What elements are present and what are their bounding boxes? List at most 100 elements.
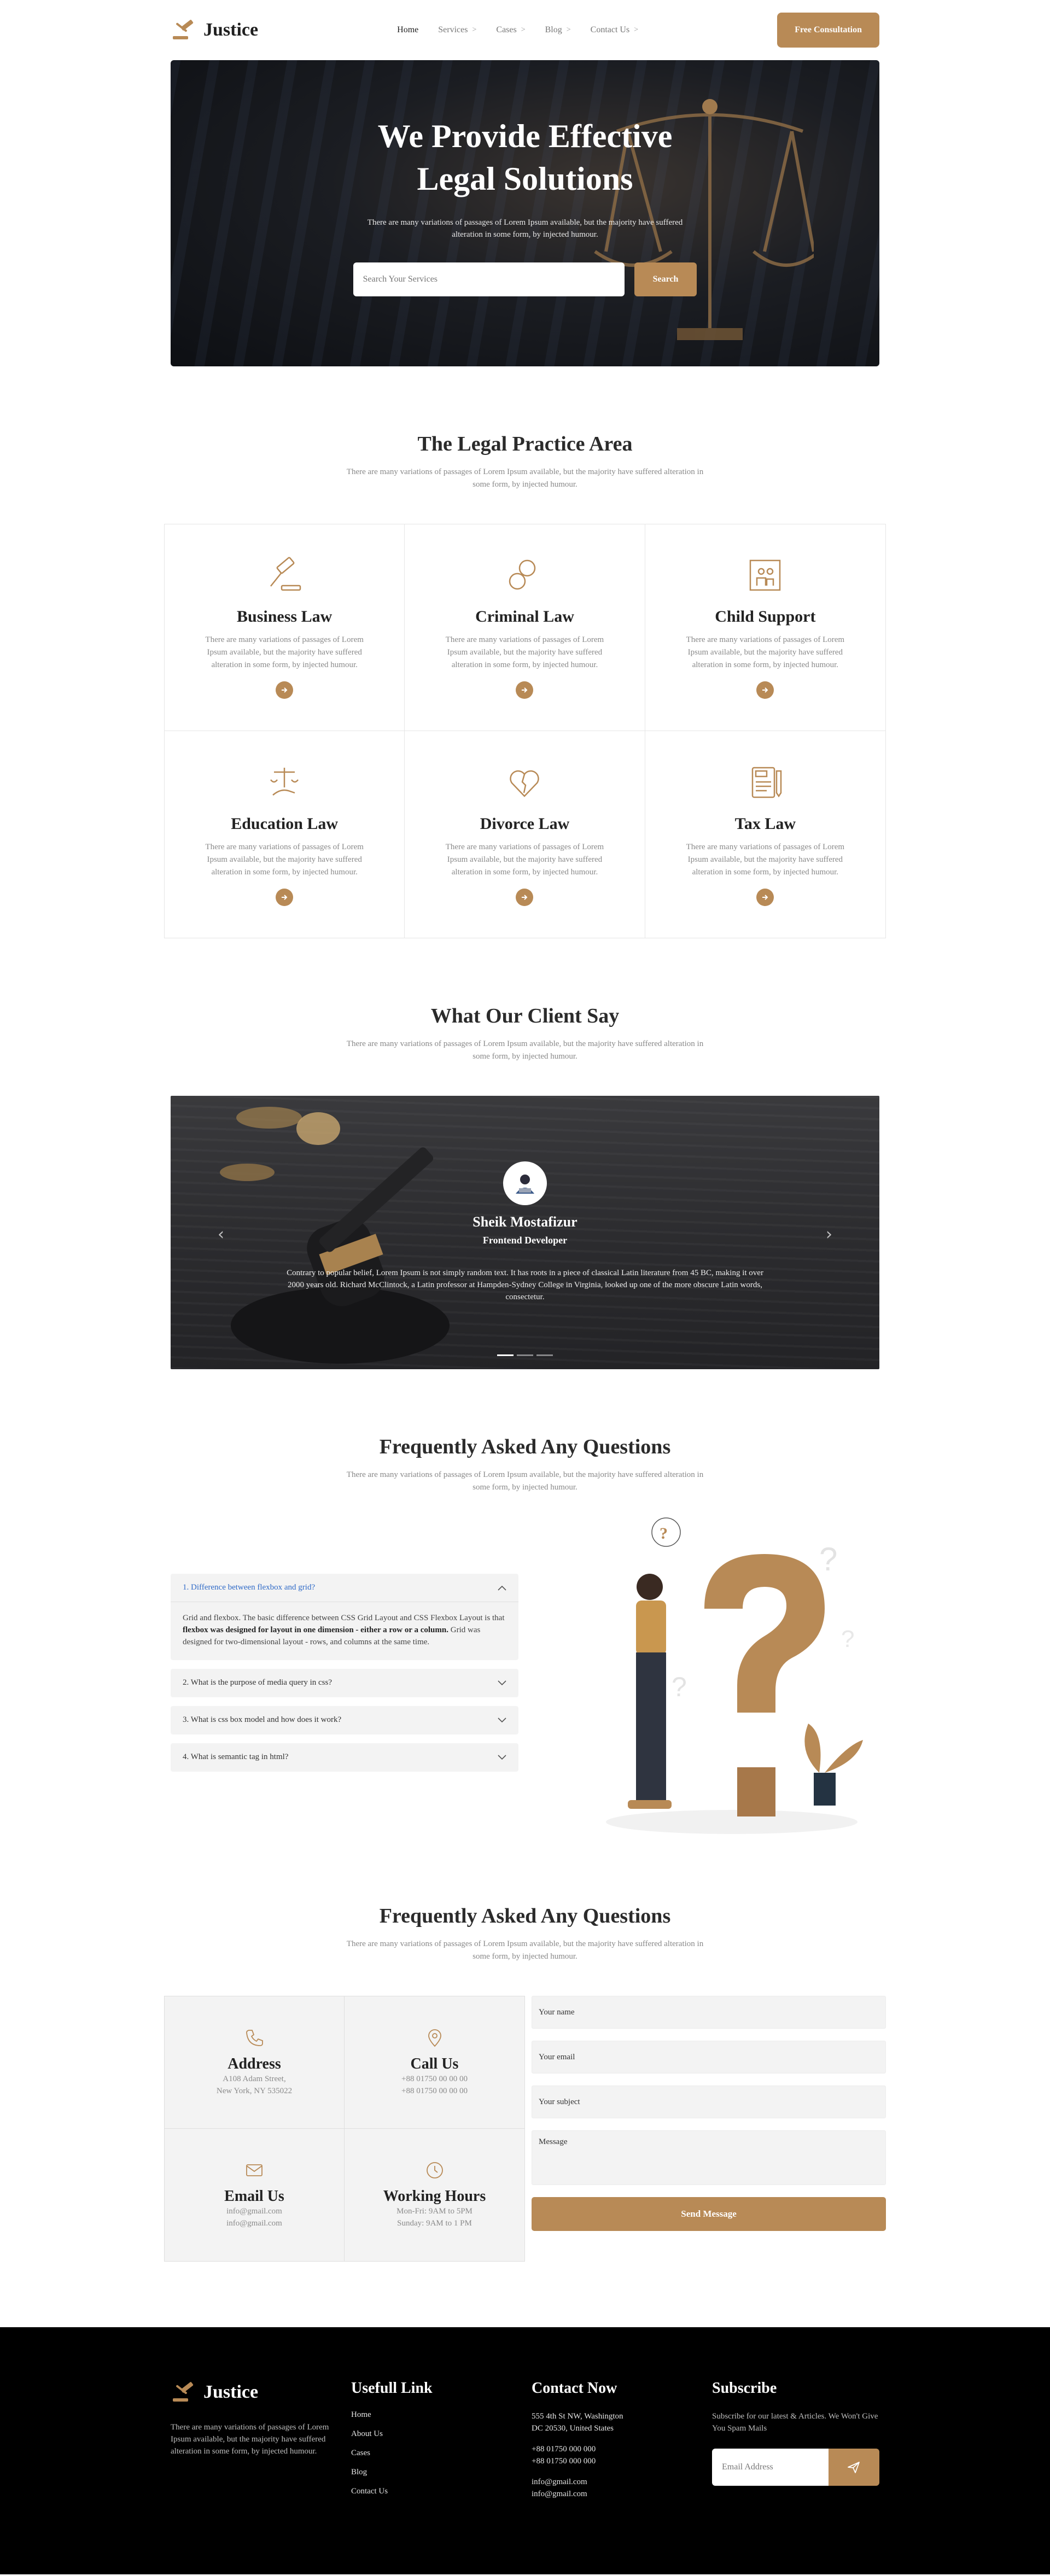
chevron-right-icon: > <box>634 26 639 34</box>
slider-dot[interactable] <box>536 1354 553 1356</box>
message-field[interactable]: Message <box>532 2130 886 2185</box>
practice-subtitle: There are many variations of passages of… <box>346 468 704 489</box>
logo[interactable]: Justice <box>171 17 258 43</box>
practice-card-tax-law[interactable]: Tax Law There are many variations of pas… <box>645 731 885 938</box>
arrow-right-icon[interactable] <box>276 888 294 906</box>
practice-card-title: Criminal Law <box>475 608 574 626</box>
faq-section: Frequently Asked Any Questions There are… <box>0 1435 1050 1838</box>
arrow-right-icon[interactable] <box>756 681 774 699</box>
faq-accordion: 1. Difference between flexbox and grid? … <box>171 1574 518 1780</box>
tax-document-icon <box>746 763 784 804</box>
practice-card-criminal-law[interactable]: Criminal Law There are many variations o… <box>405 524 645 731</box>
footer-contact-title: Contact Now <box>532 2380 617 2397</box>
chevron-right-icon: > <box>566 26 571 34</box>
hero-description: There are many variations of passages of… <box>367 218 683 239</box>
hero-title-line2: Legal Solutions <box>417 161 633 197</box>
subscribe-email-input[interactable]: Email Address <box>712 2449 829 2486</box>
contact-card-email: Email Us info@gmail.com info@gmail.com <box>165 2129 345 2261</box>
contact-section: Frequently Asked Any Questions There are… <box>0 1904 1050 2262</box>
contact-card-line: Mon-Fri: 9AM to 5PM <box>396 2207 472 2216</box>
footer-email1[interactable]: info@gmail.com <box>532 2476 712 2488</box>
nav-home-label: Home <box>397 25 419 34</box>
testimonial-title: What Our Client Say <box>430 1004 620 1027</box>
arrow-right-icon[interactable] <box>276 681 294 699</box>
footer-about: Justice There are many variations of pas… <box>171 2380 351 2506</box>
practice-card-title: Education Law <box>231 814 339 833</box>
footer-email2[interactable]: info@gmail.com <box>532 2488 712 2500</box>
gavel-icon <box>265 556 304 597</box>
slider-dot[interactable] <box>517 1354 533 1356</box>
faq-question[interactable]: 1. Difference between flexbox and grid? <box>171 1574 518 1602</box>
email-field[interactable]: Your email <box>532 2041 886 2073</box>
chevron-down-icon <box>498 1717 506 1722</box>
client-name: Sheik Mostafizur <box>472 1214 578 1230</box>
footer-about-text: There are many variations of passages of… <box>171 2423 329 2456</box>
arrow-right-icon[interactable] <box>516 681 534 699</box>
chevron-right-icon: > <box>521 26 526 34</box>
client-quote: Contrary to popular belief, Lorem Ipsum … <box>287 1269 763 1301</box>
search-button[interactable]: Search <box>634 262 697 296</box>
footer-link-contact[interactable]: Contact Us <box>351 2487 532 2496</box>
contact-title: Frequently Asked Any Questions <box>379 1905 671 1927</box>
testimonial-subtitle: There are many variations of passages of… <box>346 1039 704 1061</box>
contact-subtitle: There are many variations of passages of… <box>346 1940 704 1961</box>
svg-text:?: ? <box>841 1626 854 1652</box>
clock-icon <box>426 2162 443 2178</box>
chevron-down-icon <box>498 1680 506 1685</box>
svg-text:?: ? <box>819 1541 837 1578</box>
footer-link-blog[interactable]: Blog <box>351 2468 532 2477</box>
practice-card-business-law[interactable]: Business Law There are many variations o… <box>165 524 405 731</box>
nav-cases[interactable]: Cases > <box>496 25 525 35</box>
send-message-button[interactable]: Send Message <box>532 2197 886 2231</box>
nav-contact[interactable]: Contact Us > <box>591 25 638 35</box>
main-nav: Home Services > Cases > Blog > Contact Us > <box>397 25 638 35</box>
slider-dot[interactable] <box>497 1354 514 1356</box>
subscribe-button[interactable] <box>828 2449 879 2486</box>
practice-card-title: Business Law <box>237 608 332 626</box>
arrow-right-icon[interactable] <box>516 888 534 906</box>
footer-link-home[interactable]: Home <box>351 2410 532 2420</box>
chevron-up-icon <box>498 1585 506 1591</box>
send-icon <box>848 2462 860 2473</box>
faq-question[interactable]: 2. What is the purpose of media query in… <box>171 1669 518 1697</box>
footer-links-title: Usefull Link <box>351 2380 433 2397</box>
footer-subscribe: Subscribe Subscribe for our latest & Art… <box>712 2380 879 2506</box>
hero-title-line1: We Provide Effective <box>377 118 673 154</box>
practice-card-text: There are many variations of passages of… <box>445 842 604 877</box>
footer-logo[interactable]: Justice <box>171 2380 351 2405</box>
footer-link-cases[interactable]: Cases <box>351 2449 532 2458</box>
practice-card-child-support[interactable]: Child Support There are many variations … <box>645 524 885 731</box>
service-search-input[interactable] <box>353 262 625 296</box>
phone-icon <box>246 2029 263 2046</box>
nav-services[interactable]: Services > <box>438 25 476 35</box>
gavel-logo-icon <box>171 2380 196 2405</box>
footer-link-about[interactable]: About Us <box>351 2429 532 2439</box>
practice-card-text: There are many variations of passages of… <box>445 635 604 669</box>
site-header: Justice Home Services > Cases > Blog > Cont… <box>171 0 879 60</box>
slider-dots <box>171 1354 879 1356</box>
broken-heart-icon <box>505 763 544 804</box>
faq-answer-text: Grid and flexbox. The basic difference b… <box>183 1614 505 1622</box>
faq-question[interactable]: 4. What is semantic tag in html? <box>171 1743 518 1772</box>
footer-links: Usefull Link Home About Us Cases Blog Co… <box>351 2380 532 2506</box>
faq-item: 4. What is semantic tag in html? <box>171 1743 518 1772</box>
contact-form: Your name Your email Your subject Messag… <box>532 1996 886 2262</box>
practice-title: The Legal Practice Area <box>417 433 633 455</box>
nav-cases-label: Cases <box>496 25 517 34</box>
nav-blog[interactable]: Blog > <box>545 25 571 35</box>
name-field[interactable]: Your name <box>532 1996 886 2029</box>
practice-card-education-law[interactable]: Education Law There are many variations … <box>165 731 405 938</box>
faq-question[interactable]: 3. What is css box model and how does it… <box>171 1706 518 1734</box>
faq-item: 2. What is the purpose of media query in… <box>171 1669 518 1697</box>
contact-info-grid: Address A108 Adam Street, New York, NY 5… <box>164 1996 525 2262</box>
footer-phone2[interactable]: +88 01750 000 000 <box>532 2455 712 2467</box>
footer-subscribe-text: Subscribe for our latest & Articles. We … <box>712 2412 878 2433</box>
arrow-right-icon[interactable] <box>756 888 774 906</box>
footer-phone1[interactable]: +88 01750 000 000 <box>532 2443 712 2455</box>
subject-field[interactable]: Your subject <box>532 2086 886 2118</box>
practice-card-divorce-law[interactable]: Divorce Law There are many variations of… <box>405 731 645 938</box>
free-consultation-button[interactable]: Free Consultation <box>777 13 879 48</box>
nav-home[interactable]: Home <box>397 25 418 35</box>
practice-section: The Legal Practice Area There are many v… <box>0 432 1050 938</box>
envelope-icon <box>246 2164 262 2176</box>
